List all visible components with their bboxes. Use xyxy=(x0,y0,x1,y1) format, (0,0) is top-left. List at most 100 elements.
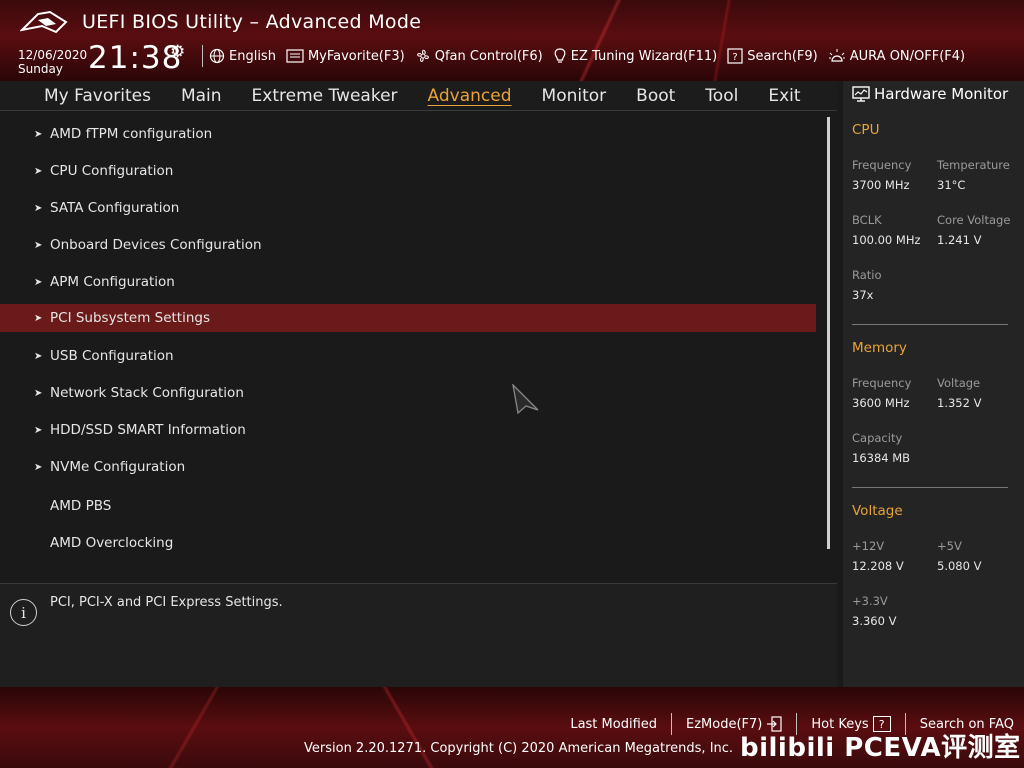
submenu-arrow-icon: ➤ xyxy=(34,128,43,140)
tab-exit[interactable]: Exit xyxy=(753,81,815,111)
date-text: 12/06/2020 xyxy=(18,48,88,62)
day-text: Sunday xyxy=(18,62,63,76)
submenu-arrow-icon: ➤ xyxy=(34,387,43,399)
cpu-temperature-value: 31°C xyxy=(937,178,966,192)
search-button[interactable]: ? Search(F9) xyxy=(727,48,818,64)
menu-item-amd-overclocking[interactable]: AMD Overclocking xyxy=(0,529,816,557)
v5-value: 5.080 V xyxy=(937,559,982,573)
hardware-monitor-title: Hardware Monitor xyxy=(874,85,1009,103)
search-box-icon: ? xyxy=(727,48,743,64)
favorite-icon xyxy=(286,49,304,63)
hardware-monitor-panel: Hardware Monitor CPU Frequency Temperatu… xyxy=(843,81,1024,687)
memory-voltage-label: Voltage xyxy=(937,376,981,390)
menu-item-label: AMD fTPM configuration xyxy=(50,126,213,142)
memory-frequency-label: Frequency xyxy=(852,376,912,390)
aura-toggle-label: AURA ON/OFF(F4) xyxy=(849,48,966,64)
menu-item-apm-configuration[interactable]: ➤ APM Configuration xyxy=(0,268,816,296)
copyright-text: Version 2.20.1271. Copyright (C) 2020 Am… xyxy=(304,741,734,756)
menu-item-label: HDD/SSD SMART Information xyxy=(50,422,246,438)
menu-item-nvme-configuration[interactable]: ➤ NVMe Configuration xyxy=(0,453,816,481)
tab-boot[interactable]: Boot xyxy=(621,81,690,111)
menu-item-cpu-configuration[interactable]: ➤ CPU Configuration xyxy=(0,157,816,185)
app-title: UEFI BIOS Utility – Advanced Mode xyxy=(82,11,422,33)
submenu-arrow-icon: ➤ xyxy=(34,202,43,214)
menu-item-label: Onboard Devices Configuration xyxy=(50,237,262,253)
mouse-cursor-icon xyxy=(512,384,539,414)
help-panel: i PCI, PCI-X and PCI Express Settings. xyxy=(0,583,837,687)
main-tab-bar: My Favorites Main Extreme Tweaker Advanc… xyxy=(0,81,837,111)
info-icon: i xyxy=(10,599,37,626)
toolbar-divider xyxy=(202,45,203,67)
voltage-section-title: Voltage xyxy=(852,503,903,519)
cpu-frequency-label: Frequency xyxy=(852,158,912,172)
menu-item-amd-ftpm[interactable]: ➤ AMD fTPM configuration xyxy=(0,120,816,148)
submenu-arrow-icon: ➤ xyxy=(34,461,43,473)
language-button[interactable]: English xyxy=(209,48,276,64)
advanced-menu-panel: ➤ AMD fTPM configuration ➤ CPU Configura… xyxy=(0,112,837,578)
v5-label: +5V xyxy=(937,539,962,553)
memory-section-title: Memory xyxy=(852,340,907,356)
svg-text:?: ? xyxy=(733,52,738,63)
section-divider xyxy=(852,324,1008,325)
section-divider xyxy=(852,487,1008,488)
submenu-arrow-icon: ➤ xyxy=(34,239,43,251)
cpu-core-voltage-value: 1.241 V xyxy=(937,233,982,247)
myfavorite-button[interactable]: MyFavorite(F3) xyxy=(286,49,405,64)
menu-item-usb-configuration[interactable]: ➤ USB Configuration xyxy=(0,342,816,370)
cpu-bclk-label: BCLK xyxy=(852,213,882,227)
tab-extreme-tweaker[interactable]: Extreme Tweaker xyxy=(237,81,413,111)
qfan-control-button[interactable]: Qfan Control(F6) xyxy=(415,48,543,64)
menu-item-label: SATA Configuration xyxy=(50,200,180,216)
qfan-control-label: Qfan Control(F6) xyxy=(434,48,543,64)
menu-item-sata-configuration[interactable]: ➤ SATA Configuration xyxy=(0,194,816,222)
menu-item-onboard-devices[interactable]: ➤ Onboard Devices Configuration xyxy=(0,231,816,259)
menu-item-amd-pbs[interactable]: AMD PBS xyxy=(0,492,816,520)
menu-item-label: PCI Subsystem Settings xyxy=(50,310,211,326)
myfavorite-label: MyFavorite(F3) xyxy=(307,48,405,64)
menu-item-label: Network Stack Configuration xyxy=(50,385,244,401)
footer-bar: Last Modified EzMode(F7) Hot Keys ? Sear… xyxy=(0,687,1024,768)
v33-label: +3.3V xyxy=(852,594,888,608)
menu-item-label: CPU Configuration xyxy=(50,163,174,179)
v12-label: +12V xyxy=(852,539,885,553)
ez-tuning-wizard-button[interactable]: EZ Tuning Wizard(F11) xyxy=(553,48,717,64)
tab-tool[interactable]: Tool xyxy=(690,81,753,111)
v33-value: 3.360 V xyxy=(852,614,897,628)
watermark-text: bilibili PCEVA评测室 xyxy=(740,733,1021,763)
memory-frequency-value: 3600 MHz xyxy=(852,396,910,410)
monitor-icon xyxy=(852,86,870,102)
menu-scrollbar[interactable] xyxy=(827,117,830,549)
tab-my-favorites[interactable]: My Favorites xyxy=(0,81,166,111)
cpu-section-title: CPU xyxy=(852,122,880,138)
memory-voltage-value: 1.352 V xyxy=(937,396,982,410)
help-text: PCI, PCI-X and PCI Express Settings. xyxy=(50,595,283,610)
gear-icon[interactable]: ⚙ xyxy=(170,42,185,62)
header-bar: UEFI BIOS Utility – Advanced Mode 12/06/… xyxy=(0,0,1024,81)
memory-capacity-label: Capacity xyxy=(852,431,903,445)
cpu-ratio-label: Ratio xyxy=(852,268,882,282)
tab-main[interactable]: Main xyxy=(166,81,237,111)
cpu-ratio-value: 37x xyxy=(852,288,874,302)
aura-toggle-button[interactable]: AURA ON/OFF(F4) xyxy=(828,48,965,64)
aura-icon xyxy=(828,49,845,62)
menu-item-label: AMD Overclocking xyxy=(50,535,174,551)
lightbulb-icon xyxy=(554,48,566,63)
submenu-arrow-icon: ➤ xyxy=(34,312,43,324)
menu-item-label: USB Configuration xyxy=(50,348,174,364)
tab-monitor[interactable]: Monitor xyxy=(527,81,622,111)
toolbar: English MyFavorite(F3) Qfan Control(F6) … xyxy=(200,44,975,68)
cpu-temperature-label: Temperature xyxy=(937,158,1010,172)
last-modified-button[interactable]: Last Modified xyxy=(556,717,671,732)
tab-advanced[interactable]: Advanced xyxy=(413,81,527,111)
menu-item-label: NVMe Configuration xyxy=(50,459,186,475)
menu-item-label: APM Configuration xyxy=(50,274,175,290)
v12-value: 12.208 V xyxy=(852,559,904,573)
menu-item-pci-subsystem[interactable]: ➤ PCI Subsystem Settings xyxy=(0,304,816,332)
cpu-bclk-value: 100.00 MHz xyxy=(852,233,921,247)
menu-item-network-stack[interactable]: ➤ Network Stack Configuration xyxy=(0,379,816,407)
ez-tuning-wizard-label: EZ Tuning Wizard(F11) xyxy=(570,48,718,64)
date-display: 12/06/2020 Sunday xyxy=(18,48,87,76)
menu-item-hdd-ssd-smart[interactable]: ➤ HDD/SSD SMART Information xyxy=(0,416,816,444)
globe-icon xyxy=(209,48,225,64)
hardware-monitor-header: Hardware Monitor xyxy=(843,81,1024,107)
